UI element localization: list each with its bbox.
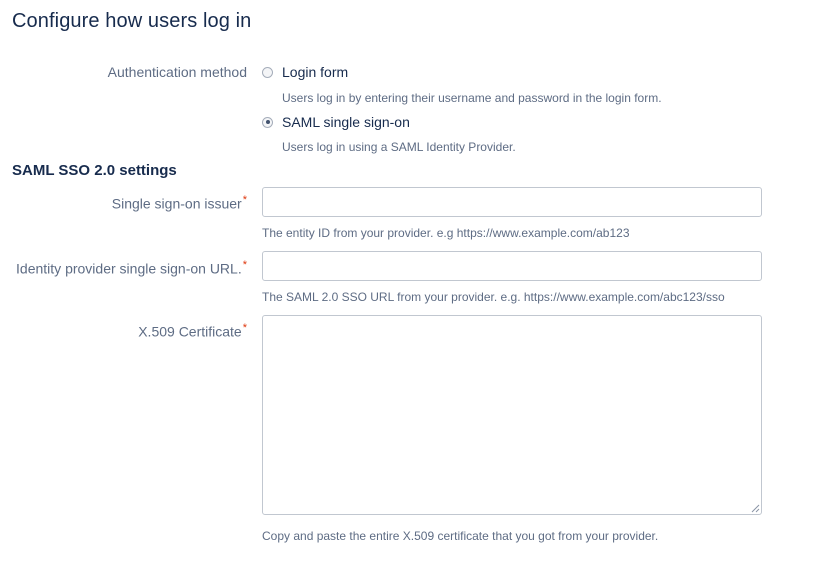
issuer-label: Single sign-on issuer* [112, 194, 247, 212]
saml-sso-help: Users log in using a SAML Identity Provi… [282, 140, 516, 154]
certificate-help: Copy and paste the entire X.509 certific… [262, 529, 659, 543]
sso-url-label-text: Identity provider single sign-on URL. [16, 260, 242, 277]
saml-settings-title: SAML SSO 2.0 settings [12, 162, 177, 179]
certificate-label: X.509 Certificate* [138, 322, 247, 340]
sso-url-required-mark: * [242, 259, 247, 271]
certificate-required-mark: * [242, 322, 247, 334]
sso-url-input[interactable] [262, 251, 762, 281]
login-form-radio-label[interactable]: Login form [282, 64, 348, 80]
authentication-method-label-text: Authentication method [107, 64, 247, 80]
login-form-help: Users log in by entering their username … [282, 91, 662, 105]
issuer-help: The entity ID from your provider. e.g ht… [262, 226, 630, 240]
radio-saml-sso[interactable]: SAML single sign-on [262, 113, 410, 131]
sso-url-help: The SAML 2.0 SSO URL from your provider.… [262, 290, 725, 304]
certificate-label-text: X.509 Certificate [138, 323, 242, 340]
issuer-input[interactable] [262, 187, 762, 217]
textarea-resize-handle-icon[interactable] [750, 503, 760, 513]
authentication-method-label: Authentication method [108, 64, 247, 80]
page-title: Configure how users log in [12, 10, 252, 32]
issuer-required-mark: * [242, 194, 247, 206]
login-form-radio[interactable] [262, 66, 273, 78]
saml-sso-radio-label[interactable]: SAML single sign-on [282, 114, 410, 130]
configure-login-page: Configure how users log in Authenticatio… [0, 0, 839, 561]
saml-sso-radio[interactable] [262, 116, 273, 128]
radio-login-form[interactable]: Login form [262, 63, 348, 81]
certificate-textarea[interactable] [262, 315, 762, 515]
sso-url-label: Identity provider single sign-on URL.* [16, 259, 247, 277]
issuer-label-text: Single sign-on issuer [111, 195, 242, 212]
